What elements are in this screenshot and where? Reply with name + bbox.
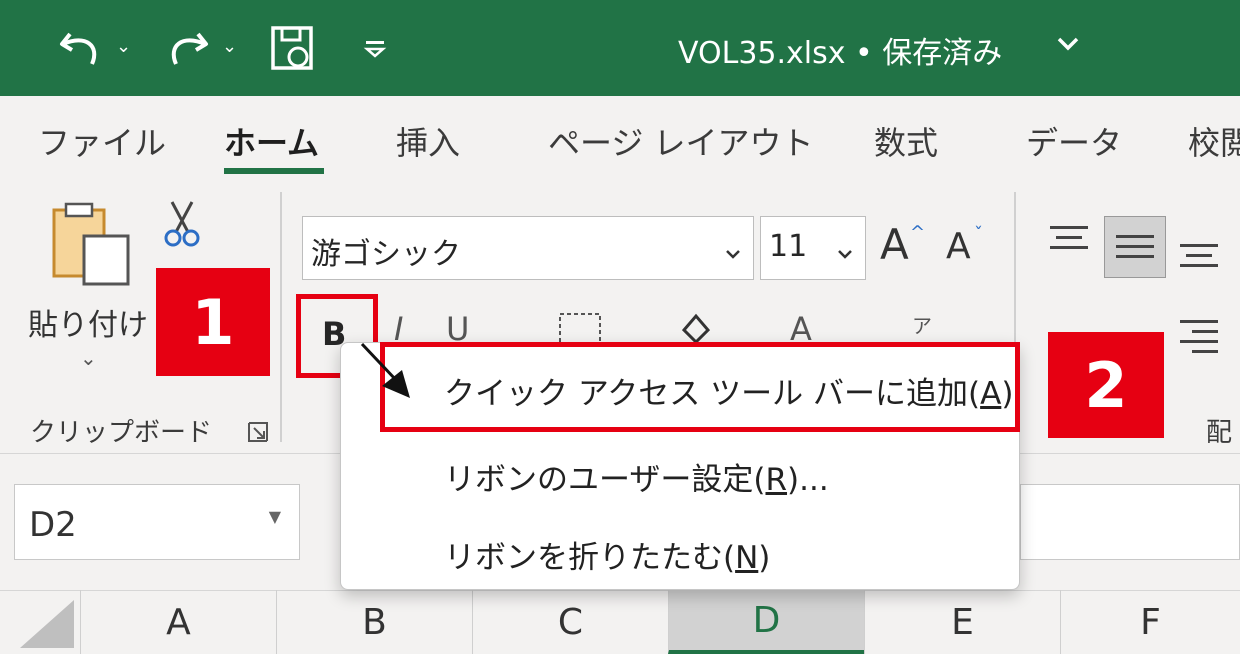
font-name-select[interactable]: 游ゴシック xyxy=(302,216,754,280)
pointer-arrow-icon xyxy=(356,338,416,408)
autosave-icon[interactable] xyxy=(268,22,318,74)
undo-icon[interactable] xyxy=(56,22,104,74)
paste-dropdown-icon[interactable]: ⌄ xyxy=(80,346,97,370)
chevron-down-icon xyxy=(835,237,855,272)
tab-formulas[interactable]: 数式 xyxy=(874,118,938,164)
chevron-down-icon xyxy=(723,237,743,272)
clipboard-group-label: クリップボード xyxy=(30,418,213,448)
customize-qat-icon[interactable] xyxy=(362,22,388,74)
column-header-a[interactable]: A xyxy=(80,590,276,654)
tab-data[interactable]: データ xyxy=(1026,118,1122,164)
step-badge-2: 2 xyxy=(1048,332,1164,438)
active-tab-indicator xyxy=(224,168,324,174)
align-middle-icon[interactable] xyxy=(1104,216,1166,278)
phonetic-button[interactable]: ア xyxy=(912,310,932,339)
decrease-font-size-icon[interactable]: A xyxy=(946,226,971,267)
ribbon-tabs: ファイル ホーム 挿入 ページ レイアウト 数式 データ 校閲 xyxy=(0,96,1240,186)
menu-item-highlight-box xyxy=(380,342,1020,432)
tab-home[interactable]: ホーム xyxy=(224,118,319,164)
caret-up-icon: ^ xyxy=(910,222,926,243)
tab-page-layout[interactable]: ページ レイアウト xyxy=(548,118,814,164)
title-bar: ⌄ ⌄ VOL35.xlsx • 保存済み xyxy=(0,0,1240,96)
document-title: VOL35.xlsx • 保存済み xyxy=(678,36,1003,71)
column-header-e[interactable]: E xyxy=(864,590,1060,654)
name-box-value: D2 xyxy=(29,505,77,545)
step-badge-1: 1 xyxy=(156,268,270,376)
formula-bar[interactable] xyxy=(1020,484,1240,560)
name-box[interactable]: D2 ▼ xyxy=(14,484,300,560)
chevron-down-icon[interactable] xyxy=(1054,30,1082,62)
paste-label[interactable]: 貼り付け xyxy=(28,300,148,344)
chevron-down-icon[interactable]: ▼ xyxy=(269,507,281,526)
menu-item-customize-ribbon[interactable]: リボンのユーザー設定(R)... xyxy=(444,454,829,499)
menu-item-collapse-ribbon[interactable]: リボンを折りたたむ(N) xyxy=(444,532,770,577)
column-header-f[interactable]: F xyxy=(1060,590,1240,654)
increase-font-size-icon[interactable]: A xyxy=(880,220,909,269)
column-header-b[interactable]: B xyxy=(276,590,472,654)
tab-insert[interactable]: 挿入 xyxy=(396,118,460,164)
font-size-value: 11 xyxy=(769,229,808,264)
caret-down-icon: ˇ xyxy=(974,224,983,245)
select-all-corner[interactable] xyxy=(20,600,74,648)
paste-icon[interactable] xyxy=(50,200,136,294)
column-header-c[interactable]: C xyxy=(472,590,668,654)
align-bottom-icon[interactable] xyxy=(1178,240,1220,276)
redo-dropdown-icon[interactable]: ⌄ xyxy=(222,36,237,57)
font-name-value: 游ゴシック xyxy=(311,237,461,272)
cut-icon[interactable] xyxy=(162,198,202,254)
clipboard-launcher-icon[interactable] xyxy=(246,420,270,448)
align-top-icon[interactable] xyxy=(1048,222,1090,258)
tab-review[interactable]: 校閲 xyxy=(1188,118,1240,164)
group-separator xyxy=(280,192,282,442)
tab-file[interactable]: ファイル xyxy=(38,118,166,164)
alignment-group-label: 配 xyxy=(1206,418,1233,448)
column-header-d[interactable]: D xyxy=(668,590,864,654)
font-size-select[interactable]: 11 xyxy=(760,216,866,280)
redo-icon[interactable] xyxy=(164,22,212,74)
undo-dropdown-icon[interactable]: ⌄ xyxy=(116,36,131,57)
align-right-icon[interactable] xyxy=(1178,316,1220,360)
